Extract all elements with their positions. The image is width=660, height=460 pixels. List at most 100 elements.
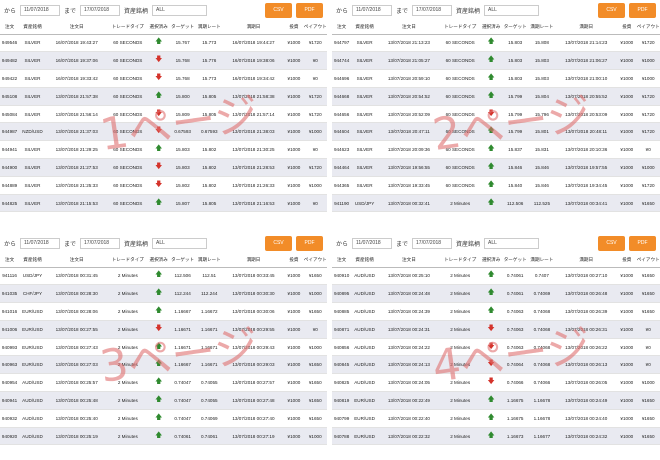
table-row: 940910 AUD/USD 13/07/2018 00:25:10 2 Minute… bbox=[332, 267, 660, 286]
column-header[interactable]: 注文 bbox=[0, 20, 20, 35]
table-row: 944623 SILVER 13/07/2018 20:09:36 60 SECOND… bbox=[332, 140, 660, 160]
direction-cell: 🡅 bbox=[480, 122, 502, 142]
table-cell: 1.16678 bbox=[528, 409, 556, 428]
column-header[interactable]: 満期レート bbox=[528, 20, 556, 35]
table-cell: 16/07/2018 19:43:27 bbox=[45, 34, 108, 53]
from-date-input[interactable]: 11/07/2018 bbox=[352, 237, 393, 249]
pdf-button[interactable]: PDF bbox=[296, 235, 323, 251]
table-cell: 944696 bbox=[332, 69, 352, 88]
column-header[interactable]: ペイアウト bbox=[636, 253, 660, 268]
table-row: 944668 SILVER 13/07/2018 20:54:52 60 SECOND… bbox=[332, 87, 660, 106]
column-header[interactable]: ターゲット bbox=[501, 253, 529, 268]
column-header[interactable]: 注文日 bbox=[377, 253, 440, 268]
column-header[interactable]: 満期日 bbox=[222, 253, 285, 268]
table-cell: 949422 bbox=[0, 69, 20, 88]
column-header[interactable]: トレードタイプ bbox=[107, 20, 149, 35]
column-header[interactable]: 選択済み bbox=[148, 20, 170, 35]
column-header[interactable]: 満期レート bbox=[528, 253, 556, 268]
pdf-button[interactable]: PDF bbox=[629, 235, 656, 251]
arrow-up-icon: 🡅 bbox=[487, 198, 495, 206]
to-date-input[interactable]: 17/07/2018 bbox=[80, 237, 121, 249]
column-header[interactable]: 満期日 bbox=[555, 20, 618, 35]
table-cell: 13/07/2018 00:29:55 bbox=[222, 320, 285, 339]
table-cell: 13/07/2018 00:26:05 bbox=[555, 373, 618, 393]
from-date-input[interactable]: 11/07/2018 bbox=[20, 237, 61, 249]
table-cell: 13/07/2018 00:32:41 bbox=[377, 194, 440, 213]
column-header[interactable]: 投資 bbox=[617, 253, 637, 268]
table-cell: SILVER bbox=[19, 51, 46, 71]
table-cell: ¥1000 bbox=[617, 284, 637, 304]
asset-select[interactable]: ALL bbox=[484, 4, 540, 16]
column-header[interactable]: 資産銘柄 bbox=[19, 253, 46, 268]
column-header[interactable]: ペイアウト bbox=[303, 20, 327, 35]
column-header[interactable]: 注文日 bbox=[45, 20, 108, 35]
column-header[interactable]: 注文日 bbox=[377, 20, 440, 35]
column-header[interactable]: 注文日 bbox=[45, 253, 108, 268]
table-cell: ¥1000 bbox=[636, 69, 660, 88]
table-cell: ¥1000 bbox=[284, 427, 304, 446]
table-cell: ¥1650 bbox=[636, 267, 660, 286]
table-cell: 2 Minutes bbox=[107, 338, 149, 357]
column-header[interactable]: 満期レート bbox=[195, 20, 223, 35]
table-cell: 15.767 bbox=[169, 34, 196, 53]
csv-button[interactable]: CSV bbox=[598, 2, 625, 18]
from-date-input[interactable]: 11/07/2018 bbox=[20, 4, 61, 16]
table-cell: 944656 bbox=[332, 105, 352, 124]
column-header[interactable]: 資産銘柄 bbox=[351, 253, 378, 268]
to-date-input[interactable]: 17/07/2018 bbox=[412, 4, 453, 16]
table-row: 940885 AUD/USD 13/07/2018 00:24:39 2 Minute… bbox=[332, 302, 660, 321]
column-header[interactable]: ペイアウト bbox=[303, 253, 327, 268]
column-header[interactable]: 満期レート bbox=[195, 253, 223, 268]
column-header[interactable]: 資産銘柄 bbox=[351, 20, 378, 35]
table-row: 949546 SILVER 16/07/2018 19:43:27 60 SECOND… bbox=[0, 34, 327, 53]
table-cell: ¥1650 bbox=[303, 409, 327, 428]
table-cell: 13/07/2018 21:13:23 bbox=[377, 34, 440, 53]
direction-cell: 🡅 bbox=[480, 34, 502, 53]
column-header[interactable]: 投資 bbox=[617, 20, 637, 35]
column-header[interactable]: 注文 bbox=[332, 20, 352, 35]
column-header[interactable]: 投資 bbox=[284, 20, 304, 35]
table-cell: 13/07/2018 20:54:52 bbox=[377, 87, 440, 106]
column-header[interactable]: 投資 bbox=[284, 253, 304, 268]
table-cell: 0.74047 bbox=[169, 409, 196, 428]
csv-button[interactable]: CSV bbox=[598, 235, 625, 251]
csv-button[interactable]: CSV bbox=[265, 2, 292, 18]
column-header[interactable]: ターゲット bbox=[169, 20, 196, 35]
from-label: から bbox=[4, 8, 17, 15]
arrow-up-icon: 🡅 bbox=[155, 306, 163, 314]
pdf-button[interactable]: PDF bbox=[629, 2, 656, 18]
to-date-input[interactable]: 17/07/2018 bbox=[412, 237, 453, 249]
table-cell: 2 Minutes bbox=[107, 302, 149, 321]
asset-select[interactable]: ALL bbox=[152, 237, 208, 249]
column-header[interactable]: ターゲット bbox=[501, 20, 529, 35]
table-cell: ¥1720 bbox=[636, 87, 660, 106]
column-header[interactable]: 満期日 bbox=[222, 20, 285, 35]
asset-select[interactable]: ALL bbox=[484, 237, 540, 249]
table-cell: ¥1000 bbox=[617, 194, 637, 213]
table-cell: SILVER bbox=[351, 122, 378, 142]
table-cell: 112.506 bbox=[169, 267, 196, 286]
trade-table: 注文 資産銘柄 注文日 トレードタイプ 選択済み ターゲット 満期レート 満期日 投資 ペイアウト… bbox=[0, 20, 327, 213]
csv-button[interactable]: CSV bbox=[265, 235, 292, 251]
column-header[interactable]: 注文 bbox=[332, 253, 352, 268]
column-header[interactable]: 選択済み bbox=[480, 253, 502, 268]
asset-select[interactable]: ALL bbox=[152, 4, 208, 16]
table-cell: ¥1720 bbox=[636, 176, 660, 195]
column-header[interactable]: トレードタイプ bbox=[439, 20, 481, 35]
pdf-button[interactable]: PDF bbox=[296, 2, 323, 18]
table-cell: 15.802 bbox=[195, 158, 223, 177]
column-header[interactable]: トレードタイプ bbox=[107, 253, 149, 268]
column-header[interactable]: トレードタイプ bbox=[439, 253, 481, 268]
column-header[interactable]: 選択済み bbox=[148, 253, 170, 268]
table-cell: ¥1000 bbox=[617, 69, 637, 88]
column-header[interactable]: ターゲット bbox=[169, 253, 196, 268]
column-header[interactable]: ペイアウト bbox=[636, 20, 660, 35]
table-cell: ¥0 bbox=[636, 140, 660, 160]
arrow-up-icon: 🡅 bbox=[155, 38, 163, 46]
column-header[interactable]: 選択済み bbox=[480, 20, 502, 35]
column-header[interactable]: 満期日 bbox=[555, 253, 618, 268]
column-header[interactable]: 資産銘柄 bbox=[19, 20, 46, 35]
from-date-input[interactable]: 11/07/2018 bbox=[352, 4, 393, 16]
to-date-input[interactable]: 17/07/2018 bbox=[80, 4, 121, 16]
column-header[interactable]: 注文 bbox=[0, 253, 20, 268]
